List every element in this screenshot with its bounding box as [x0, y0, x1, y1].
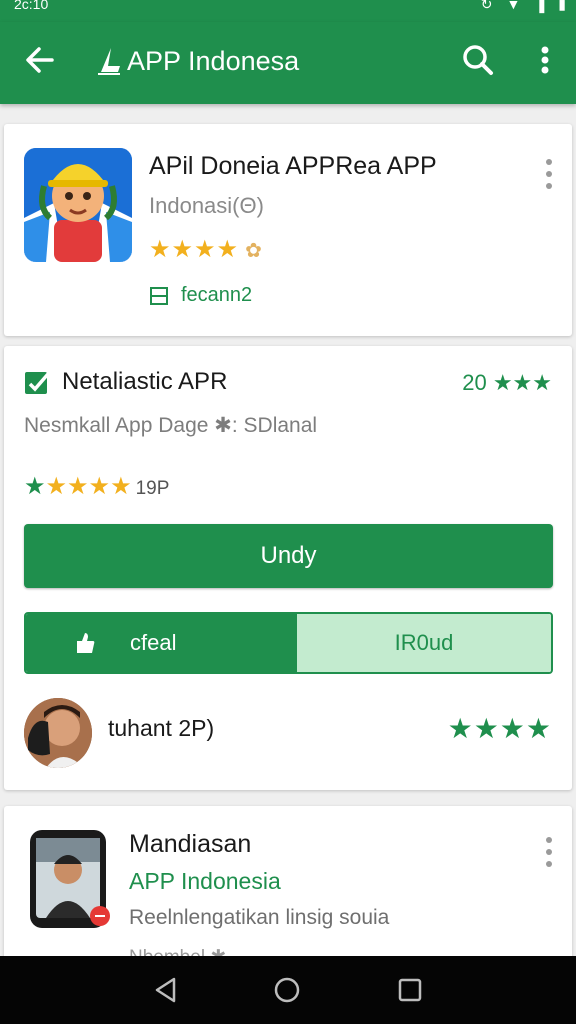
back-arrow-icon[interactable] — [20, 40, 60, 80]
star-icons: ★★★★ — [149, 236, 240, 263]
signal-icon: ▐ — [534, 0, 545, 12]
card-menu-icon[interactable] — [542, 834, 556, 870]
install-icon — [150, 286, 168, 305]
green-star-icon: ★ — [24, 473, 46, 500]
detail-heading-text: Netaliastic APR — [62, 368, 228, 395]
app-title: APil Doneia APPRea APP — [149, 152, 437, 180]
status-icons: ↻ ▼ ▐ ▮ — [481, 0, 566, 13]
app-card[interactable]: APil Doneia APPRea APP Indonasi(Θ) ★★★★ ✿… — [4, 124, 572, 336]
wifi-icon: ▼ — [506, 0, 521, 12]
segment-right[interactable]: IR0ud — [297, 614, 551, 672]
nav-home-icon[interactable] — [271, 974, 303, 1006]
search-icon[interactable] — [460, 42, 496, 78]
detail-subtitle: Nesmkall App Dage ✱: SDlanal — [24, 414, 318, 437]
half-star-icon: ✿ — [245, 240, 263, 262]
detail-heading: Netaliastic APR — [24, 368, 227, 396]
sync-icon: ↻ — [480, 0, 493, 12]
detail-card: Netaliastic APR 20 ★★★ Nesmkall App Dage… — [4, 346, 572, 790]
app-bar: APP Indonesa — [0, 22, 576, 104]
avatar[interactable] — [24, 698, 92, 768]
battery-icon: ▮ — [558, 0, 566, 12]
app-thumbnail — [30, 830, 110, 928]
app-bar-title: APP Indonesa — [127, 46, 300, 76]
list-card[interactable]: Mandiasan APP Indonesia Reelnlengatikan … — [4, 806, 572, 968]
status-time: 2c:10 — [14, 0, 49, 12]
app-logo-icon — [98, 48, 120, 75]
verified-icon — [25, 372, 50, 394]
review-stars: ★★★★ — [447, 713, 552, 744]
segmented-control: cfeal IR0ud — [24, 612, 553, 674]
segment-left-label: cfeal — [130, 630, 177, 655]
detail-rating: 20 ★★★ — [462, 370, 552, 395]
gold-star-icons: ★★★★ — [45, 473, 132, 500]
hand-icon — [77, 633, 95, 653]
card-menu-icon[interactable] — [542, 156, 556, 192]
status-bar: 2c:10 ↻ ▼ ▐ ▮ — [0, 0, 576, 22]
detail-stars: ★★★★★ 19P — [24, 472, 169, 501]
install-label: fecann2 — [181, 284, 253, 306]
system-nav-bar — [0, 956, 576, 1024]
more-vert-icon[interactable] — [532, 42, 558, 78]
install-row[interactable]: fecann2 — [149, 284, 252, 307]
nav-recent-icon[interactable] — [394, 974, 426, 1006]
list-developer: APP Indonesia — [129, 868, 281, 894]
reviewer-name: tuhant 2P) — [108, 715, 215, 741]
app-rating-stars: ★★★★ ✿ — [149, 235, 263, 264]
segment-left[interactable]: cfeal — [26, 614, 297, 672]
app-icon — [24, 148, 132, 262]
rating-count: 19P — [135, 478, 170, 499]
app-developer: Indonasi(Θ) — [149, 193, 264, 218]
primary-action-button[interactable]: Undy — [24, 524, 553, 588]
list-title: Mandiasan — [129, 830, 252, 858]
list-description: Reelnlengatikan linsig souia — [129, 906, 390, 929]
nav-back-icon[interactable] — [150, 974, 182, 1006]
